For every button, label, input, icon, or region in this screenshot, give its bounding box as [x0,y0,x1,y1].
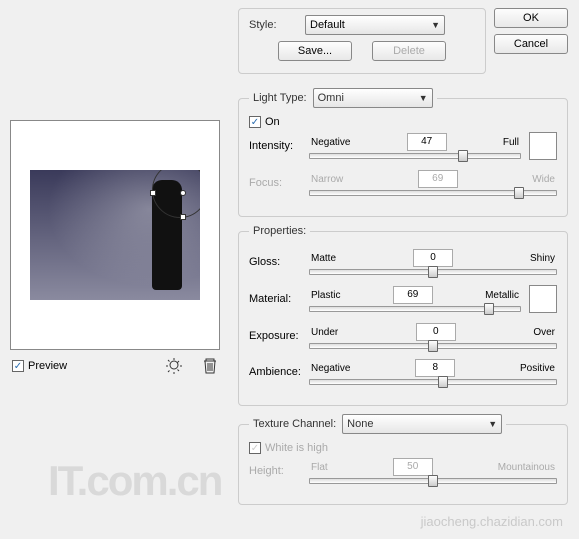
focus-value: 69 [418,170,458,188]
ambience-right: Positive [520,363,555,374]
exposure-value[interactable]: 0 [416,323,456,341]
texture-legend: Texture Channel: [253,418,336,430]
style-value: Default [310,19,345,31]
material-right: Metallic [485,290,519,301]
on-checkbox[interactable]: ✓ On [249,116,557,128]
white-high-checkbox: ✓ White is high [249,442,557,454]
light-type-value: Omni [318,92,344,104]
chevron-down-icon: ▼ [488,419,497,429]
ambience-left: Negative [311,363,350,374]
intensity-slider[interactable] [309,153,521,159]
checkmark-icon: ✓ [249,116,261,128]
preview-checkbox[interactable]: ✓ Preview [12,360,67,372]
on-label: On [265,116,280,128]
light-type-group: Light Type: Omni ▼ ✓ On Intensity: Negat… [238,88,568,217]
exposure-slider[interactable] [309,343,557,349]
gloss-left: Matte [311,253,336,264]
light-type-legend: Light Type: [253,92,307,104]
intensity-left: Negative [311,137,350,148]
style-label: Style: [249,19,305,31]
exposure-label: Exposure: [249,330,309,342]
focus-label: Focus: [249,177,309,189]
ok-button[interactable]: OK [494,8,568,28]
height-slider [309,478,557,484]
height-label: Height: [249,465,309,477]
focus-left: Narrow [311,174,343,185]
watermark: IT.com.cn [48,457,221,505]
save-button[interactable]: Save... [278,41,352,61]
gloss-right: Shiny [530,253,555,264]
material-label: Material: [249,293,309,305]
style-dropdown[interactable]: Default ▼ [305,15,445,35]
intensity-value[interactable]: 47 [407,133,447,151]
lightbulb-icon[interactable] [164,356,184,376]
gloss-label: Gloss: [249,256,309,268]
chevron-down-icon: ▼ [431,20,440,30]
exposure-left: Under [311,327,338,338]
texture-dropdown[interactable]: None ▼ [342,414,502,434]
focus-right: Wide [532,174,555,185]
ambient-color-swatch[interactable] [529,285,557,313]
material-slider[interactable] [309,306,521,312]
intensity-label: Intensity: [249,140,309,152]
preview-area[interactable] [10,120,220,350]
delete-button[interactable]: Delete [372,41,446,61]
light-color-swatch[interactable] [529,132,557,160]
material-left: Plastic [311,290,340,301]
exposure-right: Over [533,327,555,338]
texture-group: Texture Channel: None ▼ ✓ White is high … [238,414,568,505]
ambience-label: Ambience: [249,366,309,378]
light-type-dropdown[interactable]: Omni ▼ [313,88,433,108]
height-value: 50 [393,458,433,476]
properties-group: Properties: Gloss: Matte 0 Shiny Materia… [238,225,568,406]
checkmark-icon: ✓ [249,442,261,454]
checkmark-icon: ✓ [12,360,24,372]
white-high-label: White is high [265,442,328,454]
watermark-footer: jiaocheng.chazidian.com [421,514,563,529]
preview-image [30,170,200,300]
trash-icon[interactable] [200,356,220,376]
height-left: Flat [311,462,328,473]
material-value[interactable]: 69 [393,286,433,304]
preview-label: Preview [28,360,67,372]
focus-slider [309,190,557,196]
chevron-down-icon: ▼ [419,93,428,103]
texture-value: None [347,418,373,430]
gloss-slider[interactable] [309,269,557,275]
properties-legend: Properties: [249,225,310,237]
intensity-right: Full [503,137,519,148]
cancel-button[interactable]: Cancel [494,34,568,54]
ambience-value[interactable]: 8 [415,359,455,377]
ambience-slider[interactable] [309,379,557,385]
height-right: Mountainous [498,462,555,473]
gloss-value[interactable]: 0 [413,249,453,267]
